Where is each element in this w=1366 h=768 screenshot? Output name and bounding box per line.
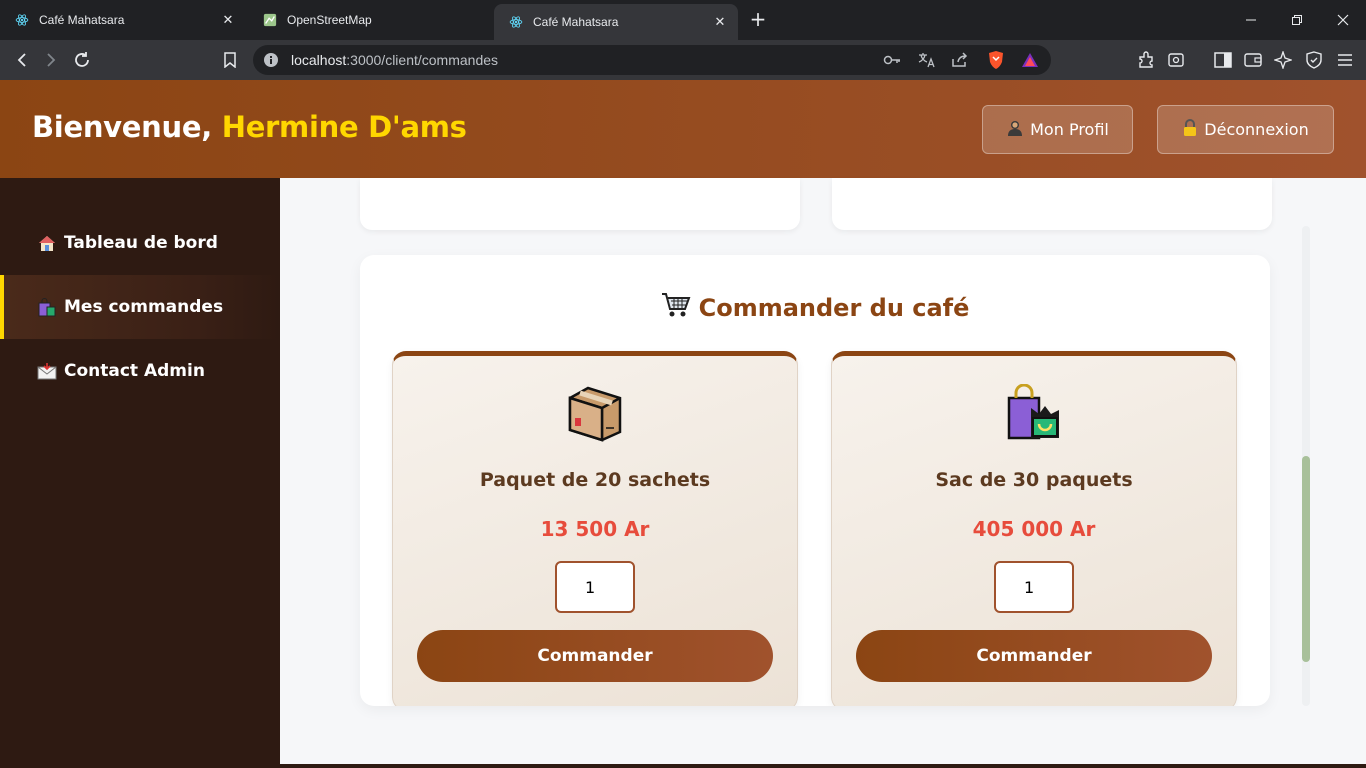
- wallet-icon[interactable]: [1241, 48, 1265, 72]
- product-card: Sac de 30 paquets 405 000 Ar Commander: [831, 351, 1237, 706]
- vpn-icon[interactable]: [1302, 48, 1326, 72]
- react-icon: [508, 14, 524, 30]
- restore-icon[interactable]: [1274, 0, 1320, 40]
- url-text[interactable]: localhost:3000/client/commandes: [291, 52, 498, 68]
- app-header: Bienvenue, Hermine D'ams Mon Profil Déco…: [0, 80, 1366, 178]
- sidebar-item-label: Contact Admin: [64, 361, 205, 381]
- previous-card: [360, 178, 800, 230]
- close-icon[interactable]: ✕: [712, 14, 728, 30]
- quantity-input[interactable]: [555, 561, 635, 613]
- browser-tab[interactable]: Café Mahatsara ✕: [0, 0, 246, 40]
- sidebar-toggle-icon[interactable]: [1211, 48, 1235, 72]
- envelope-icon: [37, 361, 57, 381]
- sidebar-item-contact[interactable]: Contact Admin: [0, 339, 280, 403]
- browser-toolbar: localhost:3000/client/commandes: [0, 40, 1366, 80]
- key-icon[interactable]: [883, 52, 901, 72]
- product-card: Paquet de 20 sachets 13 500 Ar Commander: [392, 351, 798, 706]
- lock-icon: [1182, 118, 1198, 141]
- scrollbar[interactable]: [1302, 226, 1310, 706]
- browser-tab-bar: Café Mahatsara ✕ OpenStreetMap Café Maha…: [0, 0, 1366, 40]
- sidebar-item-dashboard[interactable]: Tableau de bord: [0, 211, 280, 275]
- welcome-prefix: Bienvenue,: [32, 110, 212, 144]
- brave-shield-icon[interactable]: [987, 50, 1005, 74]
- window-close-icon[interactable]: [1320, 0, 1366, 40]
- menu-icon[interactable]: [1333, 48, 1357, 72]
- share-icon[interactable]: [951, 52, 969, 72]
- sidebar-bottom-strip: [0, 764, 1366, 768]
- order-button[interactable]: Commander: [417, 630, 773, 682]
- browser-tab-active[interactable]: Café Mahatsara ✕: [494, 4, 738, 40]
- back-icon[interactable]: [10, 48, 34, 72]
- order-panel: Commander du café Paquet de 20 sachets 1…: [360, 255, 1270, 706]
- product-name: Paquet de 20 sachets: [479, 469, 711, 491]
- profile-button[interactable]: Mon Profil: [982, 105, 1133, 154]
- order-button[interactable]: Commander: [856, 630, 1212, 682]
- product-price: 13 500 Ar: [540, 517, 650, 541]
- quantity-input[interactable]: [994, 561, 1074, 613]
- sidebar: Tableau de bord Mes commandes Contact Ad…: [0, 178, 280, 768]
- site-info-icon[interactable]: [263, 52, 279, 72]
- new-tab-button[interactable]: +: [748, 9, 768, 30]
- tab-title: Café Mahatsara: [533, 15, 619, 29]
- url-path: :3000/client/commandes: [346, 52, 499, 68]
- map-icon: [262, 12, 278, 28]
- section-title-text: Commander du café: [698, 294, 970, 322]
- sidebar-item-label: Tableau de bord: [64, 233, 218, 253]
- reload-icon[interactable]: [70, 48, 94, 72]
- product-price: 405 000 Ar: [972, 517, 1096, 541]
- previous-card: [832, 178, 1272, 230]
- tab-title: OpenStreetMap: [287, 13, 372, 27]
- browser-tab[interactable]: OpenStreetMap: [248, 0, 494, 40]
- close-icon[interactable]: ✕: [220, 12, 236, 28]
- house-icon: [37, 233, 57, 253]
- shopping-bags-icon: [37, 297, 57, 317]
- sidebar-item-label: Mes commandes: [64, 297, 224, 317]
- react-icon: [14, 12, 30, 28]
- profile-label: Mon Profil: [1030, 120, 1109, 139]
- brave-rewards-icon[interactable]: [1021, 52, 1039, 72]
- forward-icon[interactable]: [39, 48, 63, 72]
- logout-button[interactable]: Déconnexion: [1157, 105, 1334, 154]
- shopping-bags-icon: [832, 384, 1236, 444]
- package-icon: [393, 384, 797, 444]
- scrollbar-thumb[interactable]: [1302, 456, 1310, 662]
- welcome-title: Bienvenue, Hermine D'ams: [32, 110, 467, 144]
- url-host: localhost: [291, 52, 347, 68]
- minimize-icon[interactable]: [1228, 0, 1274, 40]
- main-content: Commander du café Paquet de 20 sachets 1…: [280, 178, 1366, 768]
- user-icon: [1006, 119, 1024, 141]
- translate-icon[interactable]: [918, 52, 936, 72]
- sidebar-item-orders[interactable]: Mes commandes: [0, 275, 280, 339]
- tab-title: Café Mahatsara: [39, 13, 125, 27]
- product-name: Sac de 30 paquets: [935, 469, 1133, 491]
- tab-search-icon[interactable]: [1164, 48, 1188, 72]
- section-title: Commander du café: [360, 291, 1270, 325]
- address-bar[interactable]: localhost:3000/client/commandes: [253, 45, 1051, 75]
- user-name: Hermine D'ams: [221, 110, 467, 144]
- logout-label: Déconnexion: [1204, 120, 1309, 139]
- leo-ai-icon[interactable]: [1271, 48, 1295, 72]
- shopping-cart-icon: [661, 291, 691, 325]
- bookmark-icon[interactable]: [218, 48, 242, 72]
- extensions-icon[interactable]: [1134, 48, 1158, 72]
